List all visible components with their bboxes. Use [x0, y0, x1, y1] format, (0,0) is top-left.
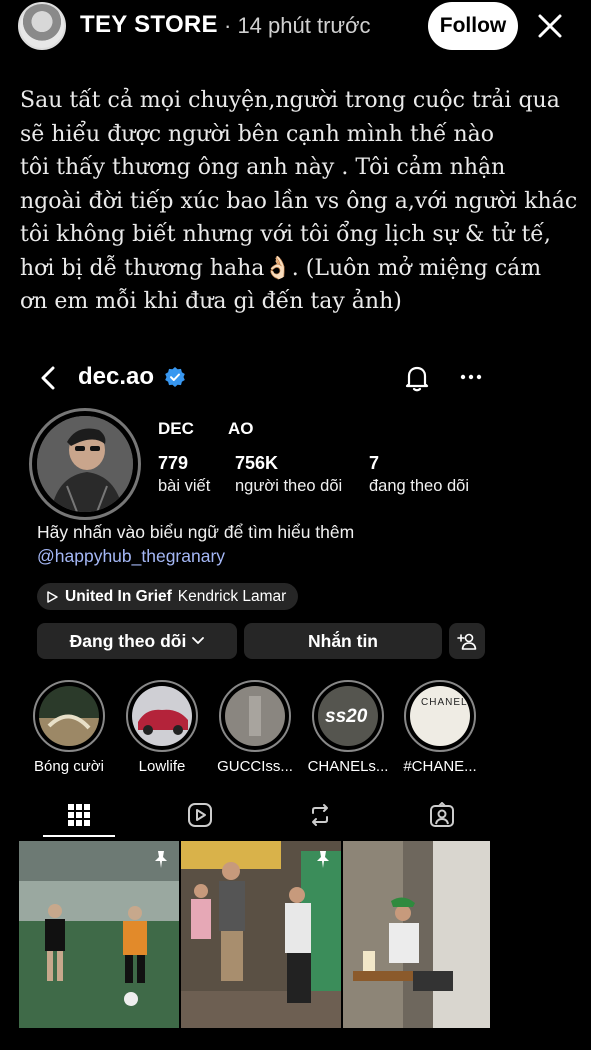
grid-icon: [68, 804, 90, 826]
story-time: · 14 phút trước: [224, 13, 371, 38]
highlight-cover: ss20: [318, 686, 378, 746]
stat-posts[interactable]: 779 bài viết: [158, 453, 210, 496]
pin-icon: [155, 851, 167, 868]
highlight-badge-text: ss20: [325, 706, 368, 727]
reels-icon: [188, 803, 212, 827]
music-song: United In Grief: [65, 587, 172, 605]
highlight-cover: [132, 686, 192, 746]
play-icon: [47, 590, 58, 603]
embedded-profile-screenshot: dec.ao DEC AO 779 bài viết 756K người th…: [19, 351, 490, 1028]
add-person-icon: [457, 633, 477, 650]
highlight-label: Bóng cười: [34, 758, 104, 775]
profile-bio-link[interactable]: @happyhub_thegranary: [37, 546, 225, 567]
highlight-cover: CHANEL: [410, 686, 470, 746]
profile-full-name: DEC AO: [158, 419, 254, 438]
music-pill[interactable]: United In Grief Kendrick Lamar: [37, 583, 299, 610]
follow-button[interactable]: Follow: [428, 2, 518, 50]
highlight-label: Lowlife: [138, 758, 186, 775]
bell-icon[interactable]: [403, 363, 431, 393]
close-button[interactable]: [530, 4, 570, 48]
pin-icon: [317, 851, 329, 868]
profile-tabs: [19, 793, 490, 839]
post-image: [181, 841, 341, 1028]
active-tab-underline: [43, 835, 115, 837]
post-thumbnail[interactable]: [181, 841, 341, 1028]
back-icon[interactable]: [35, 363, 63, 393]
story-author-name[interactable]: TEY STORE: [80, 11, 218, 39]
highlight-cover: [39, 686, 99, 746]
highlight-item[interactable]: ss20 CHANELs...: [308, 680, 388, 775]
highlight-label: CHANELs...: [307, 758, 389, 775]
highlight-label: GUCCIss...: [217, 758, 293, 775]
tab-reposts[interactable]: [284, 793, 356, 837]
profile-avatar[interactable]: [37, 416, 133, 512]
highlight-label: #CHANE...: [403, 758, 477, 775]
story-author-avatar[interactable]: [18, 2, 66, 50]
more-options-icon[interactable]: [459, 365, 483, 389]
stat-followers[interactable]: 756K người theo dõi: [235, 453, 342, 496]
highlight-item[interactable]: GUCCIss...: [217, 680, 293, 775]
highlight-item[interactable]: Lowlife: [126, 680, 198, 775]
message-button[interactable]: Nhắn tin: [244, 623, 442, 659]
post-thumbnail[interactable]: [19, 841, 179, 1028]
stat-label: bài viết: [158, 477, 211, 495]
stat-value: 779: [158, 453, 189, 473]
tab-tagged[interactable]: [406, 793, 478, 837]
add-person-button[interactable]: [449, 623, 485, 659]
tab-posts[interactable]: [43, 793, 115, 837]
stat-label: người theo dõi: [235, 477, 343, 495]
post-thumbnail[interactable]: [343, 841, 490, 1028]
profile-bio: Hãy nhấn vào biểu ngữ để tìm hiểu thêm: [37, 522, 355, 542]
following-button[interactable]: Đang theo dõi: [37, 623, 237, 659]
chevron-down-icon: [192, 637, 205, 644]
post-image: [343, 841, 490, 1028]
highlight-badge-text: CHANEL: [421, 697, 468, 708]
highlight-item[interactable]: CHANEL #CHANE...: [403, 680, 477, 775]
stat-label: đang theo dõi: [369, 477, 470, 495]
stat-value: 7: [369, 453, 380, 473]
reposts-icon: [312, 804, 328, 826]
music-artist: Kendrick Lamar: [177, 587, 287, 605]
profile-username: dec.ao: [78, 363, 155, 390]
tab-reels[interactable]: [164, 793, 236, 837]
story-header: TEY STORE · 14 phút trước Follow: [0, 0, 591, 52]
stat-value: 756K: [235, 453, 279, 473]
verified-badge-icon: [165, 367, 185, 387]
stat-following[interactable]: 7 đang theo dõi: [369, 453, 469, 496]
highlight-cover: [225, 686, 285, 746]
highlight-item[interactable]: Bóng cười: [33, 680, 105, 775]
bottom-bar: [0, 1030, 591, 1050]
close-icon: [538, 14, 562, 38]
profile-photo: [37, 416, 133, 512]
post-image: [19, 841, 179, 1028]
tagged-icon: [430, 802, 454, 827]
story-caption: Sau tất cả mọi chuyện,người trong cuộc t…: [20, 88, 578, 314]
following-label: Đang theo dõi: [69, 630, 187, 651]
